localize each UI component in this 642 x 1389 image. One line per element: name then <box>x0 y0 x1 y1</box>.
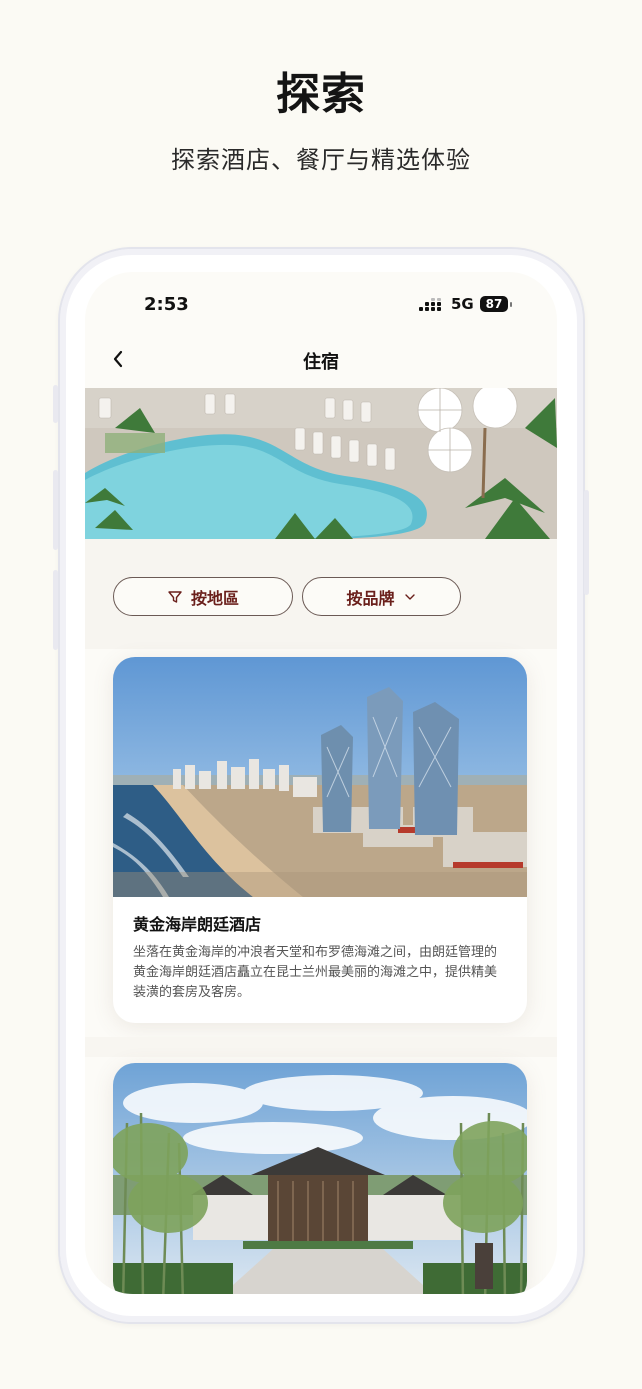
status-bar: 2:53 5G 87 <box>85 294 557 318</box>
hotel-description: 坐落在黄金海岸的冲浪者天堂和布罗德海滩之间，由朗廷管理的黄金海岸朗廷酒店矗立在昆… <box>133 945 498 1000</box>
hotel-card-body: 黄金海岸朗廷酒店 坐落在黄金海岸的冲浪者天堂和布罗德海滩之间，由朗廷管理的黄金海… <box>113 897 527 1023</box>
banner-image <box>85 388 557 539</box>
filter-brand-button[interactable]: 按品牌 <box>302 577 461 616</box>
network-type: 5G <box>451 295 474 313</box>
phone-power-button <box>584 490 589 595</box>
nav-title: 住宿 <box>303 352 339 373</box>
filter-region-button[interactable]: 按地區 <box>113 577 293 616</box>
phone-volume-down <box>53 570 58 650</box>
page-title: 探索 <box>276 69 366 120</box>
signal-icon <box>419 298 441 311</box>
battery-icon: 87 <box>480 296 508 312</box>
nav-bar: 住宿 <box>85 338 557 384</box>
filter-region-label: 按地區 <box>190 588 239 608</box>
status-time: 2:53 <box>144 294 189 315</box>
hotel-image <box>113 657 527 897</box>
page-subtitle: 探索酒店、餐厅与精选体验 <box>171 146 471 174</box>
hotel-name: 黄金海岸朗廷酒店 <box>133 915 262 934</box>
filter-funnel-icon <box>168 590 182 603</box>
card-divider <box>85 1037 557 1057</box>
hotel-card[interactable]: 黄金海岸朗廷酒店 坐落在黄金海岸的冲浪者天堂和布罗德海滩之间，由朗廷管理的黄金海… <box>113 657 527 1023</box>
hotel-image <box>113 1063 527 1294</box>
chevron-down-icon <box>404 593 415 600</box>
hotel-card[interactable] <box>113 1063 527 1294</box>
filter-brand-label: 按品牌 <box>346 588 395 608</box>
phone-volume-up <box>53 470 58 550</box>
app-screen: 2:53 5G 87 住宿 按地區 按品牌 黄金海岸朗廷酒店 坐落在黄金海岸的冲… <box>85 272 557 1294</box>
phone-side-button <box>53 385 58 423</box>
battery-tip <box>510 302 512 307</box>
